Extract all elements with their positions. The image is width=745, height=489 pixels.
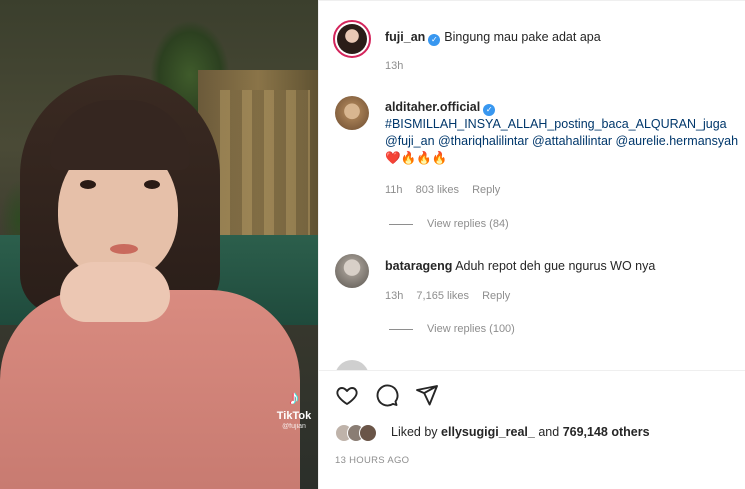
comments-list[interactable]: fuji_an ✓ Bingung mau pake adat apa 13h al… [319,0,745,370]
divider [389,223,413,225]
tiktok-label: TikTok [276,410,312,422]
comment-meta: 13h 7,165 likes Reply [385,290,520,302]
comment-text: @fuji_an @thariqhalilintar @attahalilint… [385,133,738,149]
comment-text: Aduh repot deh gue ngurus WO nya [455,259,656,273]
comment-avatar[interactable] [335,254,369,288]
avatar-image [337,24,367,54]
hashtag-link[interactable]: #BISMILLAH_INSYA_ALLAH_posting_baca_ALQU… [385,117,727,131]
verified-badge-icon: ✓ [483,104,496,116]
comment-time[interactable]: 13h [385,290,403,302]
tiktok-handle: @fujian [282,423,306,430]
caption-row: fuji_an ✓ Bingung mau pake adat apa [385,29,601,46]
liked-avatars [335,423,389,443]
post-timestamp[interactable]: 13 HOURS AGO [335,455,409,466]
likes-count[interactable]: 769,148 others [563,425,650,439]
post-media[interactable]: ♪ TikTok @fujian [0,0,318,489]
comment-likes[interactable]: 803 likes [416,184,459,196]
caption-text: Bingung mau pake adat apa [444,30,601,44]
comment-avatar[interactable] [335,360,369,370]
share-icon[interactable] [415,383,441,409]
divider [389,328,413,330]
caption-avatar[interactable] [333,20,371,58]
comment-line: alditaher.official ✓ [385,99,499,116]
likes-prefix: Liked by [391,425,438,439]
liker-username[interactable]: ellysugigi_real_ [441,425,535,439]
comments-panel: fuji_an ✓ Bingung mau pake adat apa 13h al… [318,0,745,489]
view-replies-button[interactable]: View replies (84) [389,218,509,230]
tiktok-watermark: ♪ TikTok @fujian [270,388,318,430]
comment-likes[interactable]: 7,165 likes [416,290,469,302]
likes-middle: and [538,425,560,439]
comment-text: ❤️🔥🔥🔥 [385,150,447,166]
tiktok-note-icon: ♪ [289,387,299,409]
likes-text: Liked by ellysugigi_real_ and 769,148 ot… [391,425,650,439]
view-replies-button[interactable]: View replies (100) [389,323,515,335]
heart-icon[interactable] [335,383,361,409]
person-eye [80,180,96,189]
comment-emoji: ❤️🔥🔥🔥 [385,151,448,165]
view-replies-label: View replies (100) [427,323,515,335]
comment-username[interactable]: alditaher.official [385,100,480,114]
comment-meta: 11h 803 likes Reply [385,184,510,196]
caption-username[interactable]: fuji_an [385,30,425,44]
caption-meta: 13h [385,60,413,72]
reply-button[interactable]: Reply [472,184,500,196]
person-eye [144,180,160,189]
comment-username[interactable]: batarageng [385,259,452,273]
comment-avatar[interactable] [335,96,369,130]
view-replies-label: View replies (84) [427,218,509,230]
comment-text: #BISMILLAH_INSYA_ALLAH_posting_baca_ALQU… [385,116,727,132]
comment-line: batarageng Aduh repot deh gue ngurus WO … [385,258,655,274]
verified-badge-icon: ✓ [428,34,441,46]
caption-time[interactable]: 13h [385,60,403,72]
divider [319,370,745,371]
person-mouth [110,244,138,254]
comment-time[interactable]: 11h [385,184,403,196]
reply-button[interactable]: Reply [482,290,510,302]
avatar [359,424,377,442]
comment-icon[interactable] [375,383,401,409]
mentions-link[interactable]: @fuji_an @thariqhalilintar @attahalilint… [385,134,738,148]
person-hand [60,262,170,322]
